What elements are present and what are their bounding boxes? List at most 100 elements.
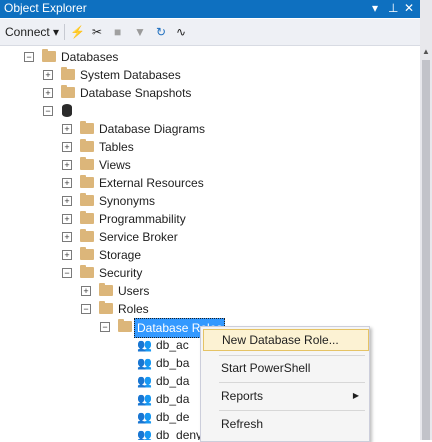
tree-node-label: db_ac (156, 338, 189, 352)
expand-icon[interactable]: + (43, 70, 53, 80)
folder-icon (80, 265, 94, 278)
tree-node-label: Synonyms (99, 194, 156, 208)
tree-node-databases[interactable]: − Databases (0, 48, 420, 66)
panel-title: Object Explorer (4, 1, 87, 15)
connect-label: Connect (5, 25, 50, 39)
tree-node-database[interactable]: − (0, 102, 420, 120)
tree-node-external-resources[interactable]: + External Resources (0, 174, 420, 192)
menu-item-label: New Database Role... (222, 333, 339, 347)
expand-icon[interactable]: + (81, 286, 91, 296)
menu-item-label: Refresh (221, 417, 264, 431)
submenu-arrow-icon: ▶ (352, 391, 359, 400)
tree-node-label: Roles (118, 302, 149, 316)
collapse-icon[interactable]: − (62, 268, 72, 278)
tree-node-label: db_de (156, 410, 190, 424)
tree-node-label: System Databases (80, 68, 181, 82)
menu-divider (219, 410, 365, 411)
expand-icon[interactable]: + (62, 160, 72, 170)
tree-node-security[interactable]: − Security (0, 264, 420, 282)
folder-icon (80, 211, 94, 224)
connect-button[interactable]: Connect ▾ (5, 23, 59, 41)
stop-icon[interactable]: ■ (114, 23, 121, 41)
role-icon: 👥 (137, 428, 152, 440)
connect-plug-icon[interactable]: ⚡ (70, 23, 85, 41)
expand-icon[interactable]: + (62, 196, 72, 206)
tree-node-programmability[interactable]: + Programmability (0, 210, 420, 228)
collapse-icon[interactable]: − (43, 106, 53, 116)
folder-icon (80, 121, 94, 134)
tree-node-database-diagrams[interactable]: + Database Diagrams (0, 120, 420, 138)
expand-icon[interactable]: + (62, 124, 72, 134)
menu-item-label: Reports (221, 389, 264, 403)
object-explorer-titlebar: Object Explorer ▾ ⊥ ✕ (0, 0, 420, 18)
expand-icon[interactable]: + (62, 214, 72, 224)
expand-icon[interactable]: + (62, 232, 72, 242)
tree-node-service-broker[interactable]: + Service Broker (0, 228, 420, 246)
database-icon (62, 104, 72, 117)
expand-icon[interactable]: + (62, 142, 72, 152)
collapse-icon[interactable]: − (81, 304, 91, 314)
role-icon: 👥 (137, 356, 152, 370)
scroll-thumb[interactable] (422, 60, 430, 440)
toolbar-divider (64, 24, 65, 40)
collapse-icon[interactable]: − (100, 322, 110, 332)
tree-node-label: Tables (99, 140, 134, 154)
tree-node-label: db_ba (156, 356, 190, 370)
tree-node-label: Security (99, 266, 143, 280)
folder-icon (80, 175, 94, 188)
menu-item-label: Start PowerShell (221, 361, 311, 375)
tree-node-roles[interactable]: − Roles (0, 300, 420, 318)
tree-node-storage[interactable]: + Storage (0, 246, 420, 264)
menu-divider (219, 355, 365, 356)
collapse-icon[interactable]: − (24, 52, 34, 62)
tree-node-label: Views (99, 158, 131, 172)
folder-icon (80, 139, 94, 152)
tree-node-label: Databases (61, 50, 119, 64)
folder-icon (42, 49, 56, 62)
menu-item-new-database-role[interactable]: New Database Role... (203, 329, 369, 351)
tree-node-synonyms[interactable]: + Synonyms (0, 192, 420, 210)
dropdown-icon[interactable]: ▾ (372, 1, 378, 15)
filter-icon[interactable]: ▼ (134, 23, 146, 41)
pin-icon[interactable]: ⊥ (388, 1, 398, 15)
folder-icon (99, 301, 113, 314)
tree-node-label: db_da (156, 374, 190, 388)
role-icon: 👥 (137, 410, 152, 424)
folder-icon (99, 283, 113, 296)
tree-node-label: External Resources (99, 176, 204, 190)
folder-icon (61, 85, 75, 98)
close-icon[interactable]: ✕ (404, 1, 414, 15)
chevron-down-icon: ▾ (53, 25, 60, 39)
menu-divider (219, 382, 365, 383)
tree-node-label: Database Diagrams (99, 122, 206, 136)
tree-node-users[interactable]: + Users (0, 282, 420, 300)
tree-node-views[interactable]: + Views (0, 156, 420, 174)
activity-monitor-icon[interactable]: ∿ (176, 23, 186, 41)
folder-icon (80, 247, 94, 260)
tree-node-database-snapshots[interactable]: + Database Snapshots (0, 84, 420, 102)
role-icon: 👥 (137, 374, 152, 388)
expand-icon[interactable]: + (62, 250, 72, 260)
scroll-up-icon[interactable]: ▲ (420, 46, 432, 58)
expand-icon[interactable]: + (43, 88, 53, 98)
menu-item-reports[interactable]: Reports ▶ (203, 385, 367, 407)
menu-item-refresh[interactable]: Refresh (203, 413, 367, 435)
role-icon: 👥 (137, 392, 152, 406)
expand-icon[interactable]: + (62, 178, 72, 188)
context-menu: New Database Role... Start PowerShell Re… (200, 326, 370, 442)
vertical-scrollbar[interactable]: ▲ (420, 0, 432, 440)
folder-icon (80, 193, 94, 206)
disconnect-icon[interactable]: ✂ (92, 23, 102, 41)
folder-icon (61, 67, 75, 80)
tree-node-label: Database Snapshots (80, 86, 192, 100)
menu-item-start-powershell[interactable]: Start PowerShell (203, 357, 367, 379)
tree-node-tables[interactable]: + Tables (0, 138, 420, 156)
tree-node-label: db_da (156, 392, 190, 406)
tree-node-label: Storage (99, 248, 142, 262)
role-icon: 👥 (137, 338, 152, 352)
refresh-icon[interactable]: ↻ (156, 23, 166, 41)
tree-node-system-databases[interactable]: + System Databases (0, 66, 420, 84)
folder-icon (118, 319, 132, 332)
object-explorer-toolbar: Connect ▾ ⚡ ✂ ■ ▼ ↻ ∿ (0, 19, 420, 46)
folder-icon (80, 157, 94, 170)
